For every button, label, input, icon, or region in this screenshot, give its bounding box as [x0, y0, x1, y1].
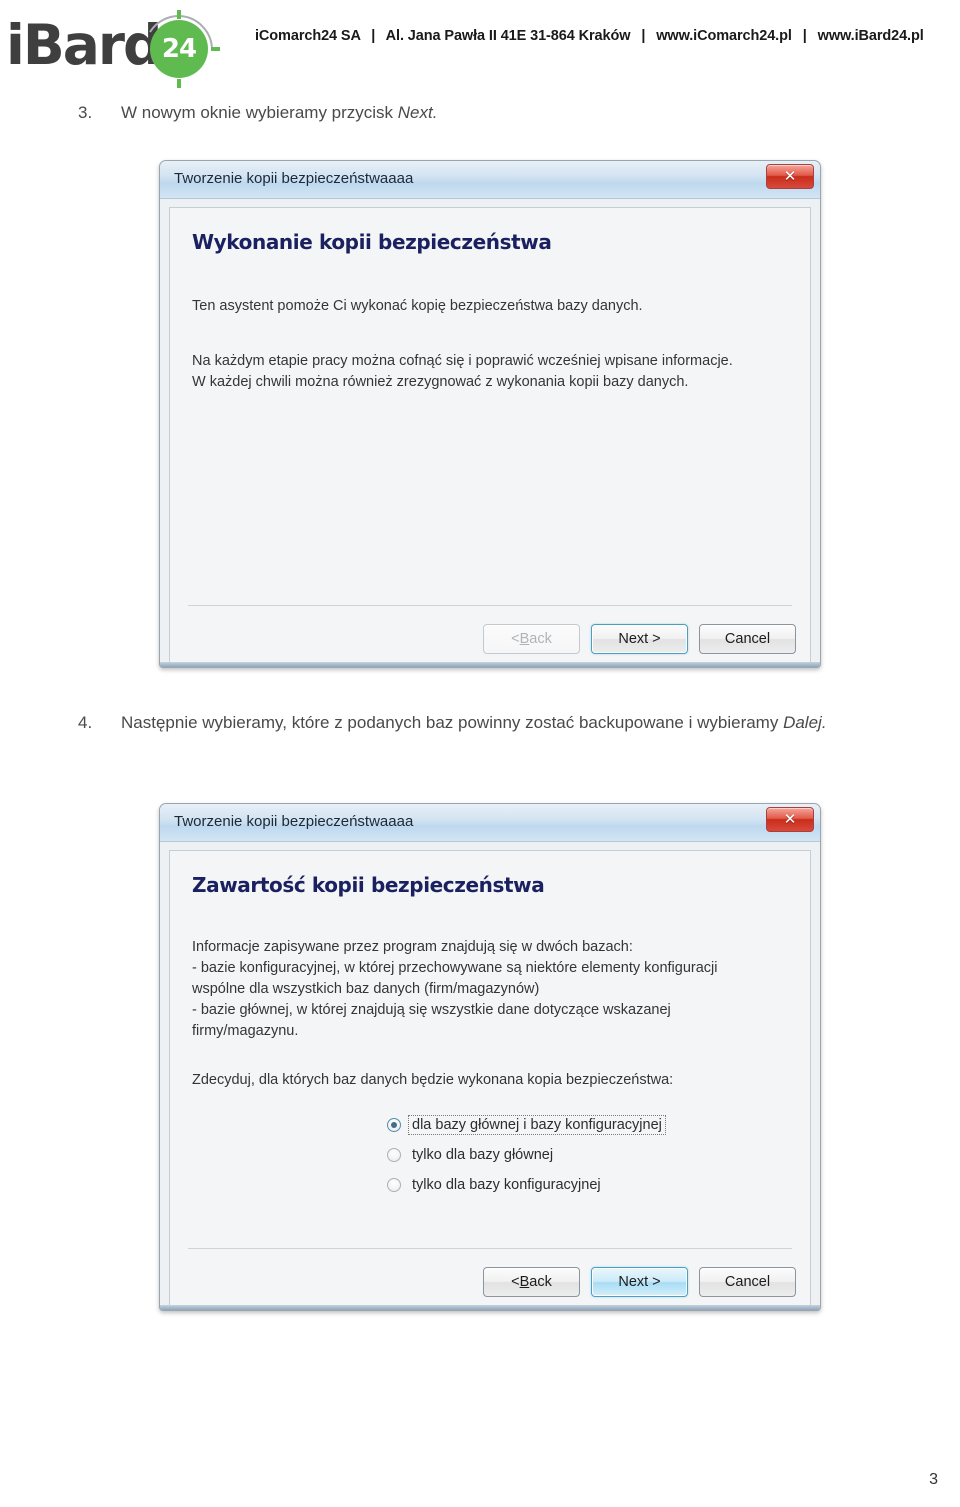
radio-option-config-database-label: tylko dla bazy konfiguracyjnej — [412, 1177, 601, 1193]
dialog-1-button-row: < Back Next > Cancel — [483, 624, 796, 654]
ibard24-logo: iBard 24 — [6, 8, 236, 88]
step-4-emphasis: Dalej — [783, 713, 822, 732]
back-button-suffix: ack — [529, 631, 552, 647]
dialog-2-titlebar[interactable]: Tworzenie kopii bezpieczeństwaaaa ✕ — [160, 804, 820, 842]
dialog-2-paragraph-line-4: - bazie głównej, w której znajdują się w… — [192, 1002, 671, 1018]
dialog-2-radio-prompt: Zdecyduj, dla których baz danych będzie … — [192, 1072, 674, 1088]
radio-unselected-icon — [387, 1148, 401, 1162]
step-3-text-after: . — [432, 103, 438, 122]
dialog-2-heading: Zawartość kopii bezpieczeństwa — [192, 873, 545, 897]
header-company-name: iComarch24 SA — [255, 28, 361, 44]
dialog-window-1[interactable]: Tworzenie kopii bezpieczeństwaaaa ✕ Wyko… — [159, 160, 821, 668]
step-3-emphasis: Next — [397, 103, 433, 122]
back-button-suffix: ack — [529, 1274, 552, 1290]
dialog-1-body: Wykonanie kopii bezpieczeństwa Ten asyst… — [160, 199, 820, 667]
close-icon-glyph: ✕ — [783, 167, 797, 185]
database-scope-radio-group: dla bazy głównej i bazy konfiguracyjnej … — [387, 1110, 788, 1200]
radio-option-both-databases[interactable]: dla bazy głównej i bazy konfiguracyjnej — [387, 1110, 788, 1140]
back-button-prefix: < — [511, 1274, 520, 1290]
logo-tick-top — [177, 10, 181, 19]
header-separator-3: | — [802, 28, 807, 44]
header-separator-2: | — [641, 28, 646, 44]
step-4-body: Następnie wybieramy, które z podanych ba… — [121, 708, 940, 737]
radio-unselected-icon — [387, 1178, 401, 1192]
instruction-step-3: 3. W nowym oknie wybieramy przycisk Next… — [78, 98, 778, 127]
radio-option-main-database-label: tylko dla bazy głównej — [412, 1147, 554, 1163]
close-icon-glyph: ✕ — [783, 810, 797, 828]
dialog-2-paragraph-line-3: wspólne dla wszystkich baz danych (firm/… — [192, 981, 540, 997]
dialog-2-paragraph-line-1: Informacje zapisywane przez program znaj… — [192, 939, 633, 955]
back-button[interactable]: < Back — [483, 624, 580, 654]
header-company-info: iComarch24 SA | Al. Jana Pawła II 41E 31… — [255, 28, 924, 44]
step-3-text-before: W nowym oknie wybieramy przycisk — [121, 103, 398, 122]
step-4-number: 4. — [78, 713, 93, 732]
radio-option-main-database[interactable]: tylko dla bazy głównej — [387, 1140, 788, 1170]
step-3-body: W nowym oknie wybieramy przycisk Next. — [121, 98, 778, 127]
next-button[interactable]: Next > — [591, 624, 688, 654]
instruction-step-4: 4. Następnie wybieramy, które z podanych… — [78, 708, 940, 737]
next-button[interactable]: Next > — [591, 1267, 688, 1297]
cancel-button[interactable]: Cancel — [699, 1267, 796, 1297]
dialog-2-button-separator — [188, 1248, 792, 1249]
step-4-text-after: . — [821, 713, 827, 732]
dialog-2-paragraph: Informacje zapisywane przez program znaj… — [192, 937, 788, 1042]
dialog-1-button-separator — [188, 605, 792, 606]
dialog-1-heading: Wykonanie kopii bezpieczeństwa — [192, 230, 552, 254]
dialog-1-paragraph-2-line-1: Na każdym etapie pracy można cofnąć się … — [192, 353, 733, 369]
dialog-2-content-panel: Zawartość kopii bezpieczeństwa Informacj… — [169, 850, 811, 1310]
close-icon[interactable]: ✕ — [766, 807, 814, 832]
dialog-1-titlebar[interactable]: Tworzenie kopii bezpieczeństwaaaa ✕ — [160, 161, 820, 199]
dialog-1-paragraph-2: Na każdym etapie pracy można cofnąć się … — [192, 351, 788, 393]
dialog-1-paragraph-1: Ten asystent pomoże Ci wykonać kopię bez… — [192, 298, 643, 314]
page-header: iBard 24 iComarch24 SA | Al. Jana Pawła … — [0, 0, 960, 92]
dialog-2-paragraph-line-2: - bazie konfiguracyjnej, w której przech… — [192, 960, 718, 976]
radio-selected-icon — [387, 1118, 401, 1132]
logo-wordmark: iBard — [6, 13, 162, 77]
dialog-1-paragraph-2-line-2: W każdej chwili można również zrezygnowa… — [192, 374, 689, 390]
close-icon[interactable]: ✕ — [766, 164, 814, 189]
header-website-icomarch24: www.iComarch24.pl — [656, 28, 792, 44]
header-website-ibard24: www.iBard24.pl — [817, 28, 924, 44]
dialog-1-title: Tworzenie kopii bezpieczeństwaaaa — [174, 170, 414, 187]
logo-tick-bottom — [177, 79, 181, 88]
cancel-button[interactable]: Cancel — [699, 624, 796, 654]
radio-option-both-databases-label: dla bazy głównej i bazy konfiguracyjnej — [408, 1115, 666, 1135]
back-button[interactable]: < Back — [483, 1267, 580, 1297]
dialog-2-button-row: < Back Next > Cancel — [483, 1267, 796, 1297]
page-number: 3 — [929, 1471, 938, 1488]
radio-option-config-database[interactable]: tylko dla bazy konfiguracyjnej — [387, 1170, 788, 1200]
dialog-2-paragraph-line-5: firmy/magazynu. — [192, 1023, 299, 1039]
header-address: Al. Jana Pawła II 41E 31-864 Kraków — [385, 28, 631, 44]
back-button-prefix: < — [511, 631, 520, 647]
dialog-2-title: Tworzenie kopii bezpieczeństwaaaa — [174, 813, 414, 830]
step-4-text-before: Następnie wybieramy, które z podanych ba… — [121, 713, 784, 732]
dialog-window-2[interactable]: Tworzenie kopii bezpieczeństwaaaa ✕ Zawa… — [159, 803, 821, 1311]
step-3-number: 3. — [78, 103, 93, 122]
dialog-2-body: Zawartość kopii bezpieczeństwa Informacj… — [160, 842, 820, 1310]
dialog-1-content-panel: Wykonanie kopii bezpieczeństwa Ten asyst… — [169, 207, 811, 667]
logo-badge-label: 24 — [161, 34, 197, 64]
header-separator-1: | — [371, 28, 376, 44]
logo-tick-right — [211, 47, 220, 51]
logo-badge-24: 24 — [150, 20, 208, 78]
back-button-accel: B — [519, 631, 530, 647]
back-button-accel: B — [519, 1274, 530, 1290]
